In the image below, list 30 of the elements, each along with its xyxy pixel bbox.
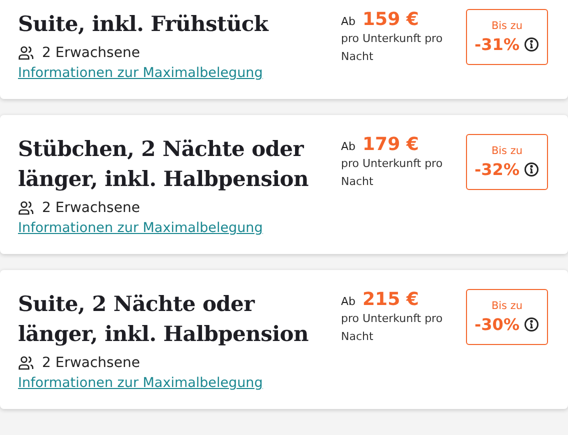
room-title: Suite, 2 Nächte oder länger, inkl. Halbpension	[18, 290, 310, 348]
room-title: Stübchen, 2 Nächte oder länger, inkl. Halbpension	[18, 135, 310, 193]
people-icon	[18, 45, 34, 61]
price-note: pro Unterkunft pro Nacht	[341, 156, 444, 190]
price-prefix: Ab	[341, 295, 356, 308]
room-title: Suite, inkl. Frühstück	[18, 10, 270, 38]
price-note: pro Unterkunft pro Nacht	[341, 31, 444, 65]
price: 215 €	[362, 289, 419, 310]
occupancy-link[interactable]: Informationen zur Maximalbelegung	[18, 220, 263, 236]
guests-text: 2 Erwachsene	[42, 45, 140, 61]
guests-text: 2 Erwachsene	[42, 355, 140, 371]
occupancy-link[interactable]: Informationen zur Maximalbelegung	[18, 375, 263, 391]
people-icon	[18, 355, 34, 371]
price-note: pro Unterkunft pro Nacht	[341, 311, 444, 345]
people-icon	[18, 200, 34, 216]
price-prefix: Ab	[341, 15, 356, 28]
discount-value: -30%	[474, 315, 520, 334]
price-prefix: Ab	[341, 140, 356, 153]
discount-label: Bis zu	[491, 20, 523, 32]
info-icon[interactable]	[524, 317, 540, 332]
discount-label: Bis zu	[491, 145, 523, 157]
price: 159 €	[362, 9, 419, 30]
discount-label: Bis zu	[491, 300, 523, 312]
info-icon[interactable]	[524, 162, 540, 177]
discount-value: -32%	[474, 160, 520, 179]
occupancy-link[interactable]: Informationen zur Maximalbelegung	[18, 65, 263, 81]
info-icon[interactable]	[524, 37, 540, 52]
guests-text: 2 Erwachsene	[42, 200, 140, 216]
discount-value: -31%	[474, 35, 520, 54]
price: 179 €	[362, 134, 419, 155]
